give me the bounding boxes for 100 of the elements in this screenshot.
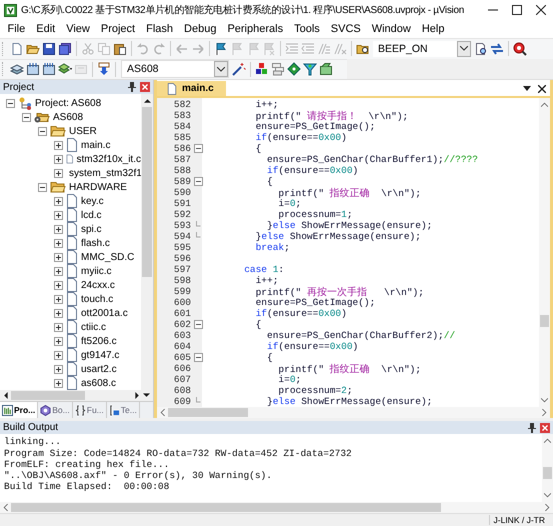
horizontal-scrollbar[interactable] <box>157 407 550 418</box>
menu-item[interactable]: Tools <box>288 22 326 35</box>
tree-toggle-icon[interactable] <box>54 322 63 332</box>
tree-item[interactable]: AS608 <box>53 112 84 123</box>
tree-toggle-icon[interactable] <box>54 252 63 262</box>
vertical-scrollbar[interactable] <box>542 434 553 502</box>
tree-item[interactable]: stm32f10x_it.c <box>76 154 141 165</box>
collapse-icon[interactable] <box>194 177 203 186</box>
scrollbar-thumb[interactable] <box>11 391 85 400</box>
diamond-button[interactable] <box>286 60 302 78</box>
horizontal-scrollbar[interactable] <box>0 390 153 402</box>
scroll-down-icon[interactable] <box>143 393 150 398</box>
tree-item[interactable]: ctiic.c <box>81 322 106 333</box>
flag-prev-icon <box>230 42 244 56</box>
tree-item[interactable]: flash.c <box>81 238 110 249</box>
scroll-left-icon[interactable] <box>3 392 8 400</box>
project-icon <box>18 96 32 110</box>
menu-item[interactable]: File <box>2 22 31 35</box>
menu-item[interactable]: Window <box>366 22 416 35</box>
scrollbar-thumb[interactable] <box>543 467 552 480</box>
tree-toggle-icon[interactable] <box>54 294 63 304</box>
tree-item[interactable]: USER <box>69 126 97 137</box>
target-dropdown[interactable]: AS608 <box>121 60 229 78</box>
scroll-right-icon[interactable] <box>135 392 140 400</box>
tree-item[interactable]: system_stm32f1 <box>69 168 141 179</box>
collapse-icon[interactable] <box>194 144 203 154</box>
tree-item[interactable]: ft5206.c <box>81 336 117 347</box>
copy-icon <box>97 42 111 56</box>
tree-toggle-icon[interactable] <box>54 210 63 220</box>
wand-icon <box>232 62 246 76</box>
tree-toggle-icon[interactable] <box>38 182 47 192</box>
tree-item[interactable]: usart2.c <box>81 364 117 375</box>
menu-item[interactable]: View <box>60 22 96 35</box>
tree-toggle-icon[interactable] <box>54 308 63 318</box>
horizontal-scrollbar[interactable] <box>0 502 553 514</box>
tree-item[interactable]: as608.c <box>81 378 116 389</box>
pin-icon[interactable] <box>528 422 536 433</box>
menu-item[interactable]: SVCS <box>325 22 366 35</box>
menu-item[interactable]: Edit <box>30 22 61 35</box>
output-line: "..\OBJ\AS608.axf" - 0 Error(s), 30 Warning(s). <box>4 470 273 482</box>
code-line: processnum=2; <box>277 385 353 396</box>
collapse-icon[interactable] <box>194 320 203 330</box>
tree-toggle-icon[interactable] <box>38 126 47 136</box>
tree-item[interactable]: main.c <box>81 140 110 151</box>
tree-toggle-icon[interactable] <box>6 98 15 108</box>
tree-toggle-icon[interactable] <box>54 364 63 374</box>
tree-item[interactable]: 24cxx.c <box>81 280 115 291</box>
wand-button[interactable] <box>231 60 247 78</box>
scrollbar-thumb[interactable] <box>142 107 152 278</box>
code-line: }else ShowErrMessage(ensure); <box>266 220 432 232</box>
close-icon[interactable] <box>538 84 546 93</box>
tree-item[interactable]: myiic.c <box>81 266 112 277</box>
line-number: 594 <box>172 231 191 242</box>
collapse-icon[interactable] <box>194 353 203 362</box>
dropdown-arrow-icon[interactable] <box>523 86 531 92</box>
tree-item[interactable]: lcd.c <box>81 210 102 221</box>
tree-toggle-icon[interactable] <box>54 280 63 290</box>
tree-toggle-icon[interactable] <box>54 168 63 178</box>
tree-toggle-icon[interactable] <box>54 378 63 388</box>
menu-item[interactable]: Help <box>416 22 450 35</box>
debug-button[interactable] <box>512 40 528 58</box>
tree-toggle-icon[interactable] <box>54 154 63 164</box>
tree-toggle-icon[interactable] <box>54 336 63 346</box>
tree-item[interactable]: MMC_SD.C <box>81 252 134 263</box>
scroll-up-icon[interactable] <box>144 98 150 104</box>
file-icon <box>66 334 78 348</box>
tree-toggle-icon[interactable] <box>22 112 31 122</box>
tree-toggle-icon[interactable] <box>54 350 63 360</box>
tree-item[interactable]: spi.c <box>81 224 102 235</box>
panel-tab[interactable]: Pro... <box>0 402 38 418</box>
menu-item[interactable]: Flash <box>140 22 179 35</box>
line-number: 600 <box>172 297 191 308</box>
file-icon <box>66 306 78 320</box>
tree-toggle-icon[interactable] <box>54 266 63 276</box>
menu-item[interactable]: Peripherals <box>222 22 289 35</box>
save-all-icon <box>58 42 72 56</box>
vertical-scrollbar[interactable] <box>539 98 550 408</box>
menu-item[interactable]: Debug <box>178 22 222 35</box>
line-number: 606 <box>172 363 191 374</box>
pin-icon[interactable] <box>128 82 136 92</box>
file-tab[interactable]: main.c <box>157 81 226 96</box>
vertical-scrollbar[interactable] <box>141 94 153 390</box>
code-line: { <box>266 176 273 188</box>
save-icon <box>42 42 56 56</box>
tree-item[interactable]: HARDWARE <box>69 182 127 193</box>
menu-item[interactable]: Project <box>95 22 141 35</box>
tree-item[interactable]: touch.c <box>81 294 114 305</box>
scrollbar-thumb[interactable] <box>168 408 248 418</box>
line-number: 596 <box>172 253 191 264</box>
tree-toggle-icon[interactable] <box>54 224 63 234</box>
tree-item[interactable]: gt9147.c <box>81 350 120 361</box>
tree-item[interactable]: ott2001a.c <box>81 308 128 319</box>
tree-toggle-icon[interactable] <box>54 196 63 206</box>
tree-item[interactable]: Project: AS608 <box>35 98 102 109</box>
target-dropdown[interactable]: BEEP_ON <box>373 40 471 57</box>
scrollbar-thumb[interactable] <box>11 503 441 512</box>
tree-toggle-icon[interactable] <box>54 140 63 150</box>
scrollbar-thumb[interactable] <box>540 315 549 328</box>
tree-item[interactable]: key.c <box>81 196 104 207</box>
tree-toggle-icon[interactable] <box>54 238 63 248</box>
